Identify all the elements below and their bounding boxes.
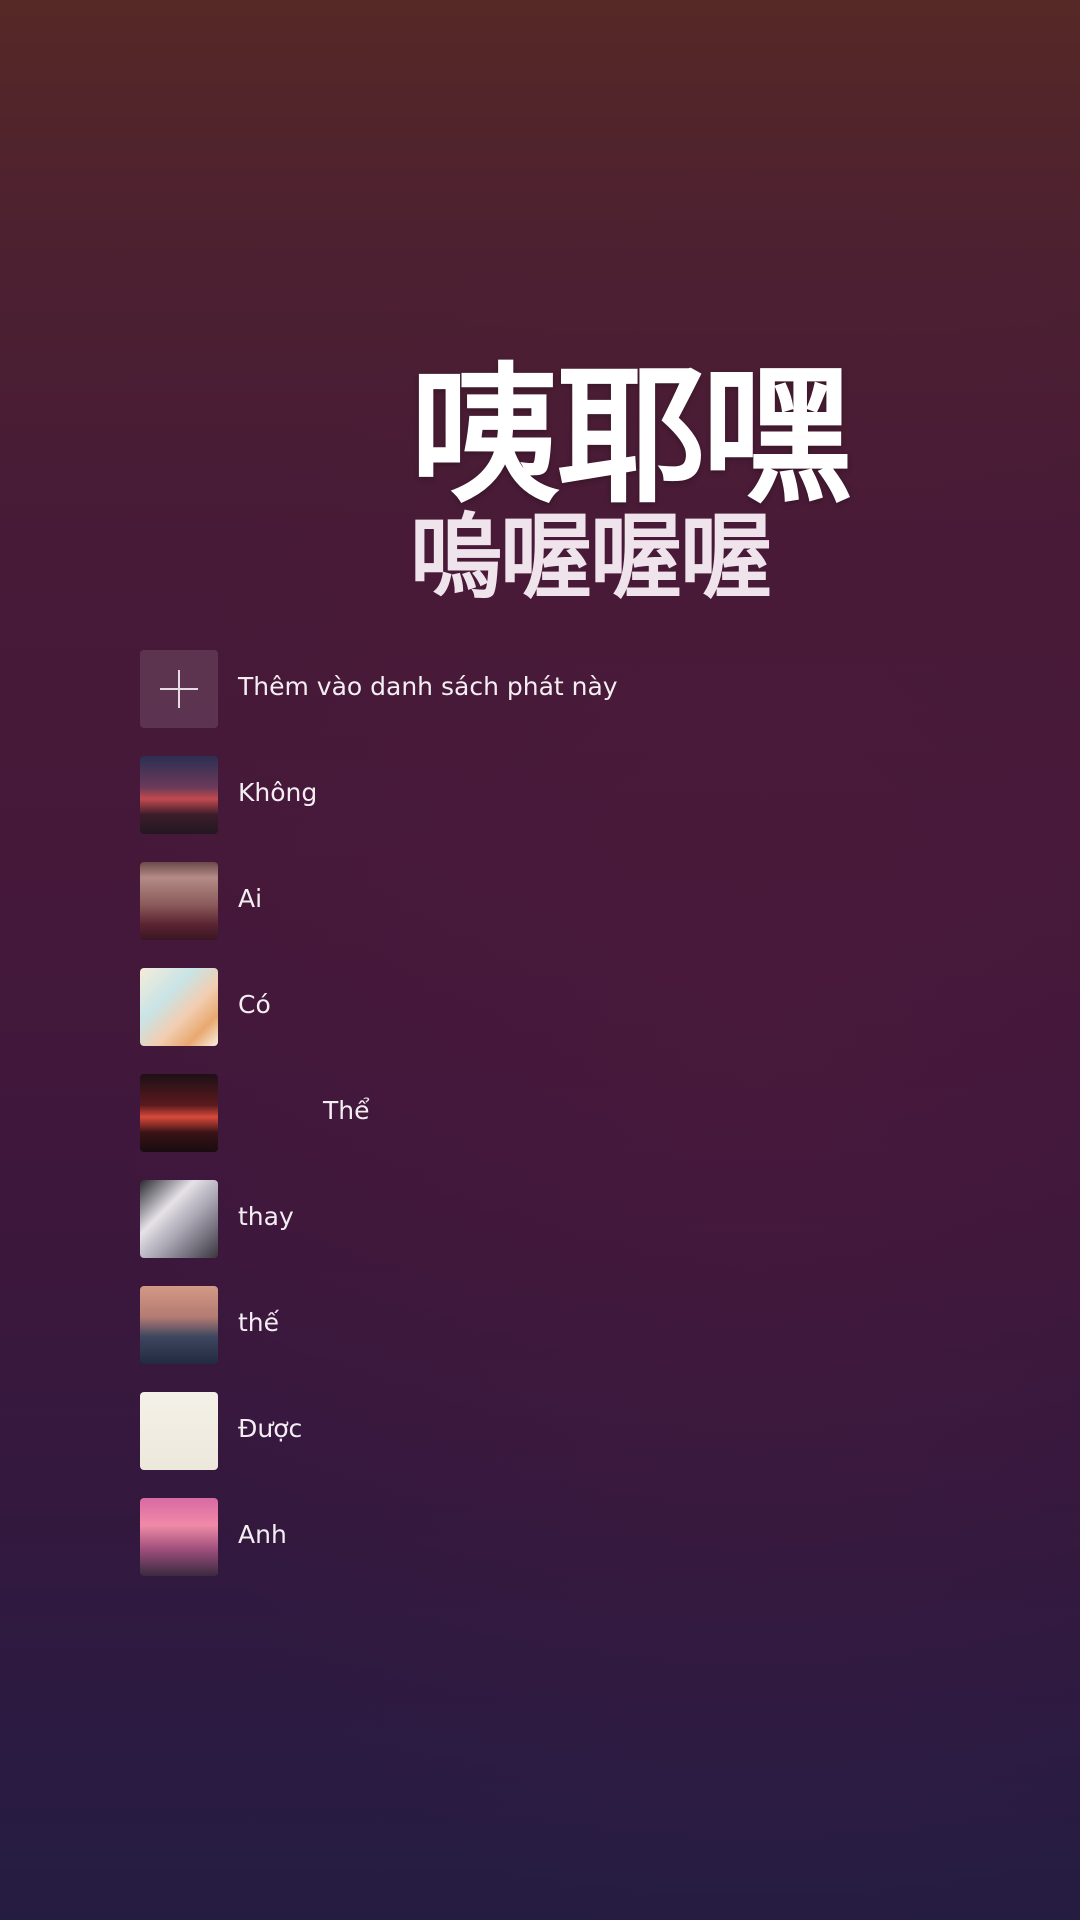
playlist-item-label: Không [238,778,318,807]
playlist-item[interactable]: thế [140,1286,940,1392]
playlist-item-label: Có [238,990,271,1019]
playlist-item-label: Được [238,1414,303,1443]
playlist-item[interactable]: Được [140,1392,940,1498]
album-art [140,968,218,1046]
playlist-item[interactable]: Anh [140,1498,940,1604]
lyrics-overlay: 咦耶嘿 嗚喔喔喔 [410,355,1010,608]
add-to-playlist-button[interactable] [140,650,218,728]
playlist-item-label: Ai [238,884,263,913]
album-art [140,1392,218,1470]
playlist-item-label: Thể [323,1096,370,1125]
playlist-item-label: Anh [238,1520,287,1549]
playlist-item-label: thay [238,1202,294,1231]
add-to-playlist-label: Thêm vào danh sách phát này [238,672,618,701]
playlist-item[interactable]: Có [140,968,940,1074]
plus-icon [160,670,198,708]
album-art [140,1498,218,1576]
playlist-item[interactable]: Thể [140,1074,940,1180]
album-art [140,1180,218,1258]
add-to-playlist-row[interactable]: Thêm vào danh sách phát này [140,650,940,756]
album-art [140,1074,218,1152]
lyric-line-2: 嗚喔喔喔 [410,504,772,611]
album-art [140,1286,218,1364]
album-art [140,862,218,940]
lyric-line-1: 咦耶嘿 [410,350,852,524]
album-art [140,756,218,834]
playlist-item[interactable]: Không [140,756,940,862]
playlist-list: Thêm vào danh sách phát này Không Ai Có … [140,650,940,1604]
playlist-item[interactable]: thay [140,1180,940,1286]
playlist-item[interactable]: Ai [140,862,940,968]
playlist-item-label: thế [238,1308,280,1337]
